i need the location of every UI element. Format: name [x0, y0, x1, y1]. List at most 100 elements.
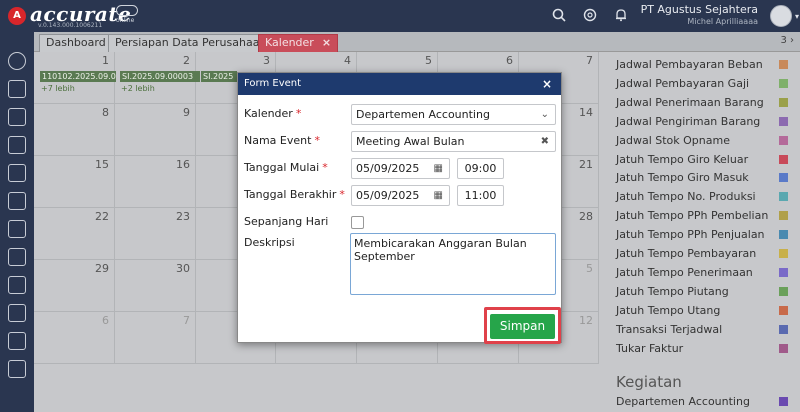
tanggal-berakhir-time[interactable]: 11:00 [457, 185, 504, 206]
document-icon[interactable] [8, 136, 26, 154]
building-icon[interactable] [8, 164, 26, 182]
color-swatch[interactable] [779, 154, 788, 164]
calendar-day-cell[interactable]: 8 [34, 104, 115, 156]
cart-return-icon[interactable] [8, 248, 26, 266]
clear-icon[interactable]: ✖ [541, 132, 549, 151]
calendar-legend-item[interactable]: Jatuh Tempo Giro Masuk [616, 169, 796, 187]
label-text: Tanggal Berakhir [244, 188, 337, 201]
tanggal-berakhir-date[interactable]: 05/09/2025 ▦ [351, 185, 450, 206]
calendar-event[interactable]: SI.2025 [201, 71, 237, 82]
calendar-legend-item[interactable]: Jatuh Tempo PPh Penjualan [616, 226, 796, 244]
help-icon[interactable] [582, 8, 598, 24]
tanggal-mulai-time[interactable]: 09:00 [457, 158, 504, 179]
more-events-link[interactable]: +7 lebih [41, 84, 75, 93]
time-value: 11:00 [464, 189, 497, 202]
warehouse-icon[interactable] [8, 276, 26, 294]
kalender-select[interactable]: Departemen Accounting ⌄ [351, 104, 556, 125]
date-value: 05/09/2025 [356, 189, 420, 202]
avatar[interactable] [770, 5, 792, 27]
color-swatch[interactable] [779, 267, 788, 277]
settings-icon[interactable] [8, 52, 26, 70]
color-swatch[interactable] [779, 116, 788, 126]
calendar-legend-item[interactable]: Jadwal Pembayaran Beban [616, 56, 796, 74]
calendar-event[interactable]: 110102.2025.09.00 [40, 71, 116, 82]
calendar-day-cell[interactable]: 6 [34, 312, 115, 364]
activity-item[interactable]: Departemen Accounting [616, 393, 796, 411]
color-swatch[interactable] [779, 324, 788, 334]
color-swatch[interactable] [779, 249, 788, 258]
calendar-day-cell[interactable]: 23 [115, 208, 196, 260]
color-swatch[interactable] [779, 397, 788, 406]
label-text: Tanggal Mulai [244, 161, 320, 174]
calendar-day-cell[interactable]: 9 [115, 104, 196, 156]
nama-event-input[interactable]: Meeting Awal Bulan ✖ [351, 131, 556, 152]
tanggal-mulai-date[interactable]: 05/09/2025 ▦ [351, 158, 450, 179]
form-event-dialog: Form Event × Kalender * Departemen Accoun… [237, 72, 562, 344]
calendar-legend-item[interactable]: Jatuh Tempo No. Produksi [616, 188, 796, 206]
report-icon[interactable] [8, 360, 26, 378]
day-number: 9 [183, 106, 190, 119]
calendar-legend-item[interactable]: Jatuh Tempo Penerimaan [616, 264, 796, 282]
color-swatch[interactable] [779, 211, 788, 221]
bag-icon[interactable] [8, 192, 26, 210]
legend-label: Jadwal Pengiriman Barang [616, 114, 761, 128]
day-number: 8 [102, 106, 109, 119]
legend-label: Jatuh Tempo Giro Masuk [616, 171, 749, 185]
tab-count-value: 3 [780, 35, 787, 46]
color-swatch[interactable] [779, 286, 788, 296]
calendar-legend-item[interactable]: Transaksi Terjadwal [616, 321, 796, 339]
calendar-day-cell[interactable]: 7 [115, 312, 196, 364]
calendar-event[interactable]: SI.2025.09.00003 [120, 71, 200, 82]
bank-icon[interactable] [8, 108, 26, 126]
color-swatch[interactable] [779, 343, 788, 353]
legend-label: Jatuh Tempo Giro Keluar [616, 152, 749, 166]
color-swatch[interactable] [779, 97, 788, 107]
calendar-legend-item[interactable]: Jatuh Tempo Giro Keluar [616, 151, 796, 169]
color-swatch[interactable] [779, 173, 788, 183]
cart-icon[interactable] [8, 220, 26, 238]
save-button[interactable]: Simpan [490, 314, 555, 339]
tanggal-mulai-label: Tanggal Mulai * [244, 161, 328, 174]
color-swatch[interactable] [779, 192, 788, 202]
close-icon[interactable]: × [322, 36, 331, 49]
sepanjang-hari-checkbox[interactable] [351, 216, 364, 229]
color-swatch[interactable] [779, 305, 788, 315]
calendar-legend-item[interactable]: Jatuh Tempo Utang [616, 302, 796, 320]
calendar-legend-item[interactable]: Jadwal Pembayaran Gaji [616, 75, 796, 93]
calendar-day-cell[interactable]: 29 [34, 260, 115, 312]
day-number: 28 [579, 210, 593, 223]
color-swatch[interactable] [779, 78, 788, 88]
deskripsi-textarea[interactable]: Membicarakan Anggaran Bulan September [350, 233, 556, 295]
tab-persiapan-data[interactable]: Persiapan Data Perusahaan [108, 34, 274, 52]
tab-kalender[interactable]: Kalender × [258, 34, 339, 52]
calendar-legend-item[interactable]: Jatuh Tempo PPh Pembelian [616, 207, 796, 225]
calendar-icon[interactable]: ▦ [434, 159, 443, 178]
calendar-legend-item[interactable]: Jatuh Tempo Piutang [616, 283, 796, 301]
production-icon[interactable] [8, 304, 26, 322]
legend-label: Jadwal Pembayaran Gaji [616, 76, 750, 90]
calendar-day-cell[interactable]: 30 [115, 260, 196, 312]
calendar-day-cell[interactable]: 16 [115, 156, 196, 208]
chevron-down-icon[interactable]: ▾ [795, 12, 799, 21]
calendar-legend-item[interactable]: Jadwal Pengiriman Barang [616, 113, 796, 131]
legend-label: Jadwal Penerimaan Barang [616, 95, 764, 109]
calendar-day-cell[interactable]: 22 [34, 208, 115, 260]
calendar-day-cell[interactable]: 15 [34, 156, 115, 208]
calendar-legend-item[interactable]: Tukar Faktur [616, 340, 796, 358]
calendar-legend-item[interactable]: Jadwal Stok Opname [616, 132, 796, 150]
tab-dashboard[interactable]: Dashboard [39, 34, 113, 52]
calendar-legend-item[interactable]: Jadwal Penerimaan Barang [616, 94, 796, 112]
calendar-icon[interactable]: ▦ [434, 186, 443, 205]
tab-count[interactable]: 3 › [780, 35, 794, 46]
close-icon[interactable]: × [542, 73, 552, 95]
calendar-legend-item[interactable]: Jatuh Tempo Pembayaran [616, 245, 796, 263]
ledger-icon[interactable] [8, 80, 26, 98]
more-events-link[interactable]: +2 lebih [121, 84, 155, 93]
calculator-icon[interactable] [8, 332, 26, 350]
color-swatch[interactable] [779, 60, 788, 69]
search-icon[interactable] [551, 8, 567, 24]
color-swatch[interactable] [779, 230, 788, 240]
color-swatch[interactable] [779, 135, 788, 145]
bell-icon[interactable] [613, 8, 629, 24]
cloud-icon [116, 5, 138, 16]
